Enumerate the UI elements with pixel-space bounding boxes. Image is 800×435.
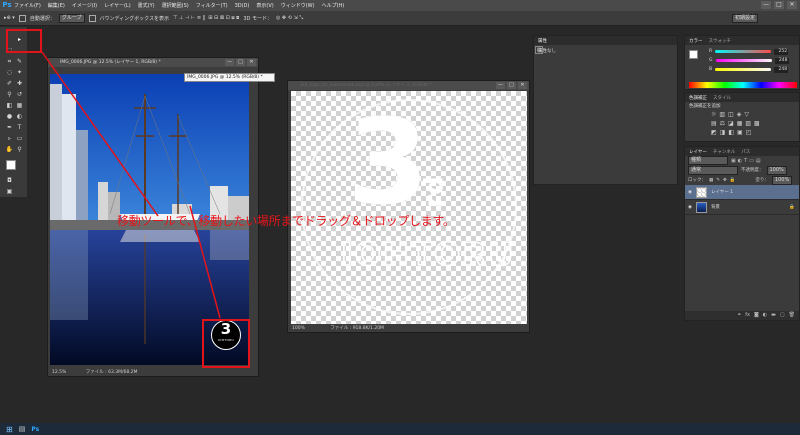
opacity-label: 不透明度：	[741, 168, 764, 173]
start-icon[interactable]: ⊞	[6, 425, 13, 434]
blend-mode-dropdown[interactable]: 通常	[688, 165, 738, 175]
layer1-thumbnail	[695, 186, 707, 198]
layers-blend-row: 通常 不透明度： 100%	[685, 165, 799, 175]
visibility-eye-icon[interactable]: ◉	[688, 190, 692, 195]
color-fg-swatch[interactable]	[689, 50, 698, 59]
adjustments-hint: 色調補正を追加	[689, 104, 721, 109]
fx-icon[interactable]: fx	[745, 311, 750, 320]
mask-icon[interactable]: ◙	[754, 311, 759, 320]
layer1-name[interactable]: レイヤー 1	[711, 189, 733, 195]
properties-panel: 属性 属性なし	[533, 35, 678, 185]
layer-row-1[interactable]: ◉ レイヤー 1	[685, 185, 799, 200]
layers-tabs: レイヤー チャンネル パス	[685, 147, 799, 156]
lock-label: ロック：	[688, 178, 706, 183]
tab-channels[interactable]: チャンネル	[713, 149, 735, 155]
adjustment-icons[interactable]: ☼▥◫◈▽ ▤⚖◪▦▨▩ ◩◨◧▣◰	[685, 110, 799, 137]
color-tabs: カラー スウォッチ	[685, 36, 799, 45]
properties-tabs: 属性	[534, 36, 677, 45]
opacity-input[interactable]: 100%	[766, 165, 787, 175]
b-slider-track[interactable]	[715, 68, 772, 71]
lock-icon: 🔒	[789, 204, 795, 210]
layer-filter-dropdown[interactable]: 種類	[688, 156, 728, 165]
r-slider-track[interactable]	[715, 50, 772, 53]
tab-color[interactable]: カラー	[689, 38, 703, 44]
tab-properties[interactable]: 属性	[538, 38, 547, 44]
color-spectrum[interactable]	[689, 82, 797, 88]
fill-input[interactable]: 100%	[771, 175, 793, 185]
visibility-eye-icon[interactable]: ◉	[688, 205, 692, 210]
fill-label: 塗り：	[755, 178, 769, 183]
instruction-text: 移動ツールで、移動したい場所までドラッグ＆ドロップします。	[117, 214, 455, 228]
properties-content: 属性なし	[538, 49, 556, 54]
adjustment-layer-icon[interactable]: ◐	[763, 311, 767, 320]
arrow-to-instruction	[41, 51, 159, 217]
color-slider-g[interactable]: G 248	[685, 56, 799, 65]
link-layers-icon[interactable]: ⚭	[737, 311, 741, 320]
g-slider-track[interactable]	[715, 59, 772, 62]
b-value[interactable]: 248	[774, 66, 789, 73]
adjustments-tabs: 色調補正 スタイル	[685, 93, 799, 102]
layers-lock-row: ロック： ▦✎✥🔒 塗り： 100%	[685, 175, 799, 185]
tab-swatches[interactable]: スウォッチ	[709, 38, 732, 44]
background-thumbnail	[695, 201, 707, 213]
layers-footer: ⚭ fx ◙ ◐ ▬ ▢ 🗑	[685, 311, 799, 320]
tab-adjustments[interactable]: 色調補正	[689, 95, 707, 101]
color-panel: カラー スウォッチ R 252 G 248 B 248	[684, 35, 800, 90]
r-value[interactable]: 252	[774, 48, 789, 55]
trash-icon[interactable]: 🗑	[789, 311, 795, 320]
tab-styles[interactable]: スタイル	[713, 95, 731, 101]
adjustments-panel: 色調補正 スタイル 色調補正を追加 ☼▥◫◈▽ ▤⚖◪▦▨▩ ◩◨◧▣◰	[684, 92, 800, 142]
g-value[interactable]: 248	[774, 57, 789, 64]
photoshop-task-icon[interactable]: Ps	[31, 426, 39, 433]
tab-paths[interactable]: パス	[741, 149, 750, 155]
color-slider-b[interactable]: B 248	[685, 65, 799, 74]
layers-filter-row: 種類 ▣◐T▭▤	[685, 156, 799, 165]
properties-icon[interactable]: ▤	[535, 46, 543, 54]
color-slider-r[interactable]: R 252	[685, 47, 799, 56]
background-layer-name[interactable]: 背景	[711, 204, 720, 210]
new-layer-icon[interactable]: ▢	[780, 311, 785, 320]
taskbar: ⊞ ▤ Ps	[0, 423, 800, 435]
layer-filter-icons[interactable]: ▣◐T▭▤	[731, 158, 763, 164]
tab-layers[interactable]: レイヤー	[689, 149, 707, 155]
lock-icons[interactable]: ▦✎✥🔒	[709, 178, 738, 183]
layers-panel: レイヤー チャンネル パス 種類 ▣◐T▭▤ 通常 不透明度： 100% ロック…	[684, 146, 800, 321]
group-folder-icon[interactable]: ▬	[771, 311, 776, 320]
layer-row-background[interactable]: ◉ 背景 🔒	[685, 200, 799, 215]
explorer-icon[interactable]: ▤	[19, 425, 26, 433]
